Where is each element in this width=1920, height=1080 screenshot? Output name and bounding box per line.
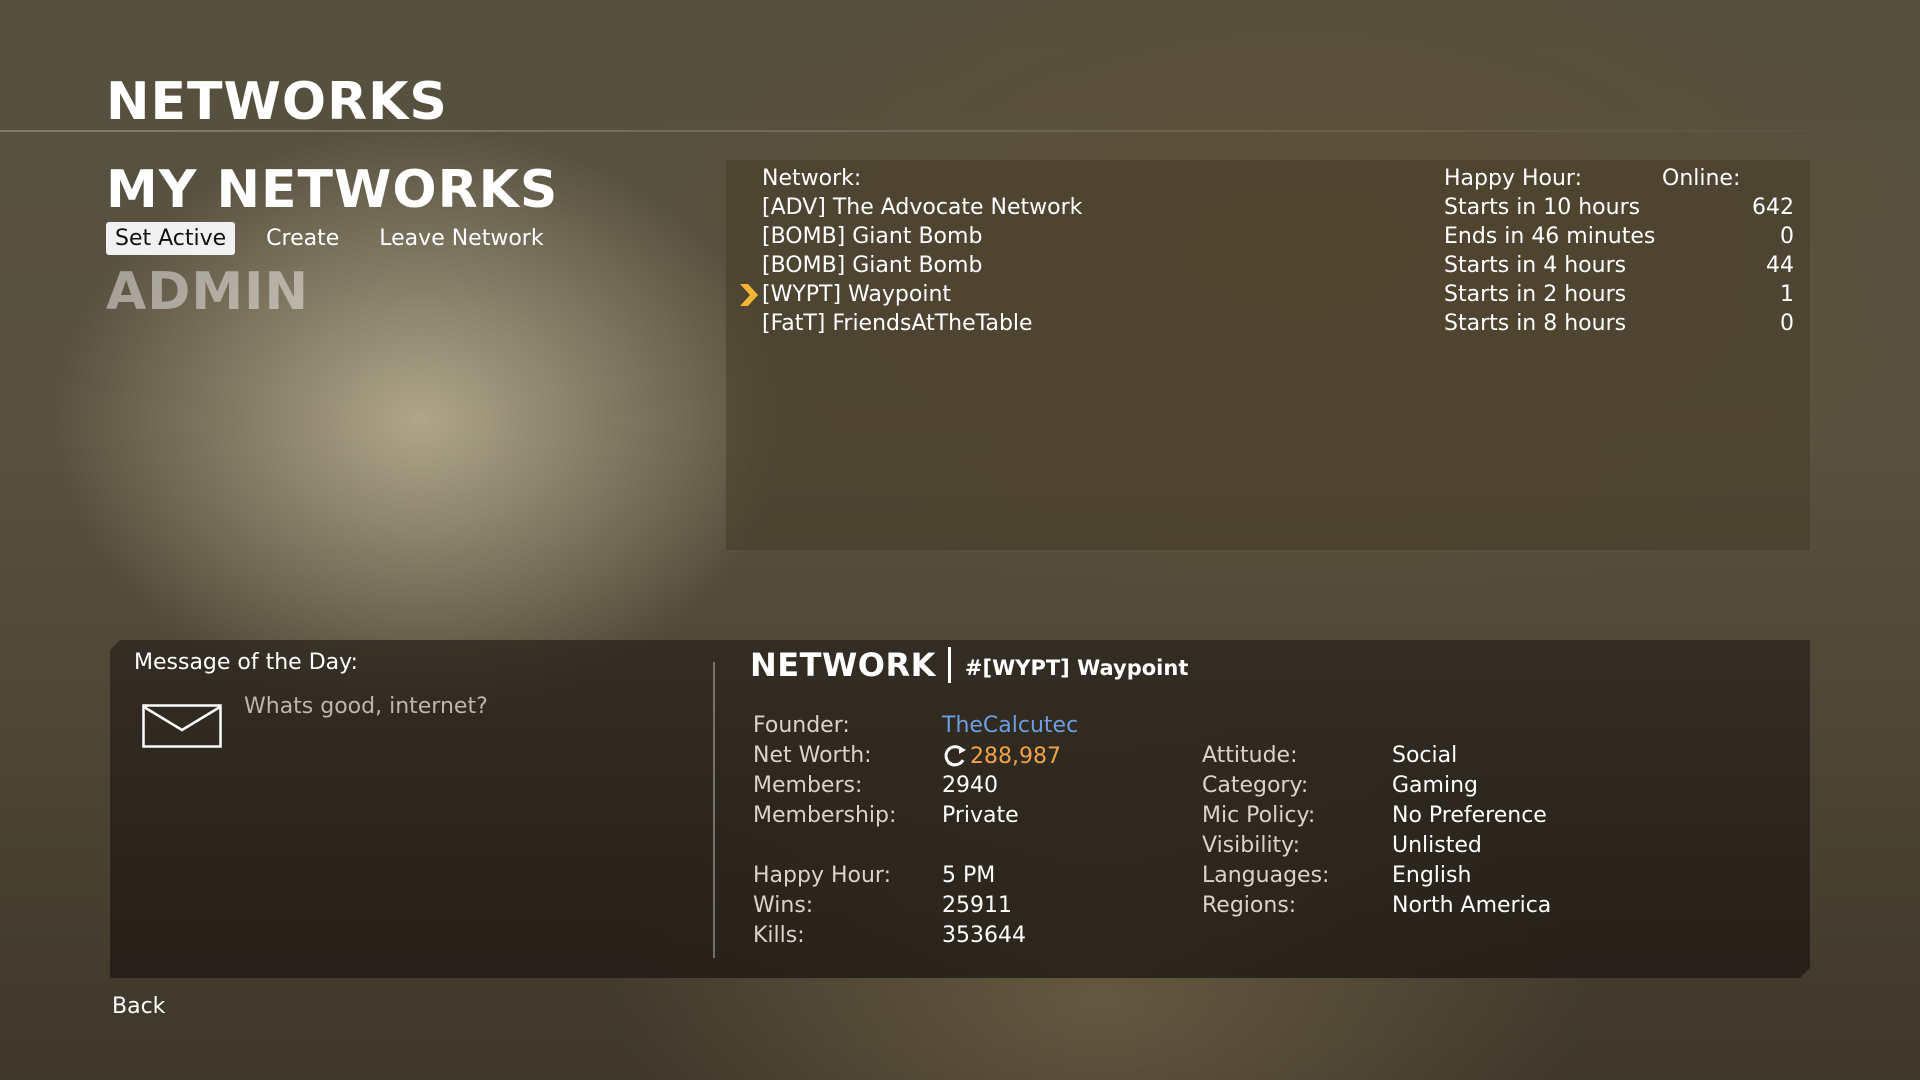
net-worth-value: 288,987 (942, 743, 1061, 769)
network-name: [BOMB] Giant Bomb (762, 224, 983, 249)
wins-label: Wins: (753, 893, 814, 918)
network-row[interactable]: [BOMB] Giant Bomb Starts in 4 hours 44 (726, 251, 1810, 280)
regions-label: Regions: (1202, 893, 1297, 918)
back-button[interactable]: Back (112, 994, 165, 1019)
network-online: 0 (1780, 311, 1794, 336)
motd-text: Whats good, internet? (244, 694, 488, 719)
network-happy-hour: Starts in 10 hours (1444, 195, 1641, 220)
network-online: 642 (1752, 195, 1794, 220)
create-button[interactable]: Create (257, 222, 348, 255)
credits-icon (942, 743, 968, 769)
kills-label: Kills: (753, 923, 805, 948)
network-name: [FatT] FriendsAtTheTable (762, 311, 1033, 336)
network-happy-hour: Ends in 46 minutes (1444, 224, 1656, 249)
network-actions: Set Active Create Leave Network (106, 222, 553, 255)
panel-divider (713, 662, 715, 958)
languages-value: English (1392, 863, 1472, 888)
network-row[interactable]: [BOMB] Giant Bomb Ends in 46 minutes 0 (726, 222, 1810, 251)
column-online: Online: (1662, 166, 1741, 191)
regions-value: North America (1392, 893, 1552, 918)
mic-policy-label: Mic Policy: (1202, 803, 1316, 828)
network-row[interactable]: [ADV] The Advocate Network Starts in 10 … (726, 193, 1810, 222)
network-row-selected[interactable]: [WYPT] Waypoint Starts in 2 hours 1 (726, 280, 1810, 309)
network-online: 44 (1766, 253, 1794, 278)
languages-label: Languages: (1202, 863, 1330, 888)
network-online: 0 (1780, 224, 1794, 249)
net-worth-amount: 288,987 (970, 743, 1061, 769)
network-online: 1 (1780, 282, 1794, 307)
set-active-button[interactable]: Set Active (106, 222, 236, 255)
happy-hour-label: Happy Hour: (753, 863, 891, 888)
network-name: [BOMB] Giant Bomb (762, 253, 983, 278)
network-happy-hour: Starts in 2 hours (1444, 282, 1627, 307)
attitude-value: Social (1392, 743, 1458, 768)
list-header: Network: Happy Hour: Online: (726, 164, 1810, 193)
founder-link[interactable]: TheCalcutec (942, 713, 1078, 738)
membership-value: Private (942, 803, 1019, 828)
network-header: NETWORK #[WYPT] Waypoint (750, 646, 1188, 684)
kills-value: 353644 (942, 923, 1026, 948)
net-worth-label: Net Worth: (753, 743, 872, 768)
visibility-value: Unlisted (1392, 833, 1482, 858)
header-separator (948, 647, 951, 683)
network-detail-panel: Message of the Day: Whats good, internet… (110, 640, 1810, 978)
section-title: MY NETWORKS (106, 160, 559, 220)
network-row[interactable]: [FatT] FriendsAtTheTable Starts in 8 hou… (726, 309, 1810, 338)
network-tag: #[WYPT] Waypoint (964, 656, 1189, 680)
category-label: Category: (1202, 773, 1309, 798)
network-name: [WYPT] Waypoint (762, 282, 952, 307)
motd-label: Message of the Day: (134, 650, 358, 675)
members-label: Members: (753, 773, 863, 798)
happy-hour-value: 5 PM (942, 863, 996, 888)
page-title: NETWORKS (106, 72, 448, 132)
column-happy-hour: Happy Hour: (1444, 166, 1582, 191)
mic-policy-value: No Preference (1392, 803, 1547, 828)
members-value: 2940 (942, 773, 998, 798)
network-happy-hour: Starts in 8 hours (1444, 311, 1627, 336)
network-title: NETWORK (750, 646, 936, 684)
visibility-label: Visibility: (1202, 833, 1301, 858)
network-list: Network: Happy Hour: Online: [ADV] The A… (726, 160, 1810, 550)
attitude-label: Attitude: (1202, 743, 1298, 768)
leave-network-button[interactable]: Leave Network (370, 222, 552, 255)
network-happy-hour: Starts in 4 hours (1444, 253, 1627, 278)
wins-value: 25911 (942, 893, 1012, 918)
envelope-icon (142, 704, 222, 748)
column-network: Network: (762, 166, 862, 191)
title-divider (0, 130, 1920, 132)
category-value: Gaming (1392, 773, 1478, 798)
membership-label: Membership: (753, 803, 897, 828)
role-label: ADMIN (106, 262, 310, 322)
chevron-right-icon (740, 284, 758, 306)
founder-label: Founder: (753, 713, 850, 738)
network-name: [ADV] The Advocate Network (762, 195, 1083, 220)
